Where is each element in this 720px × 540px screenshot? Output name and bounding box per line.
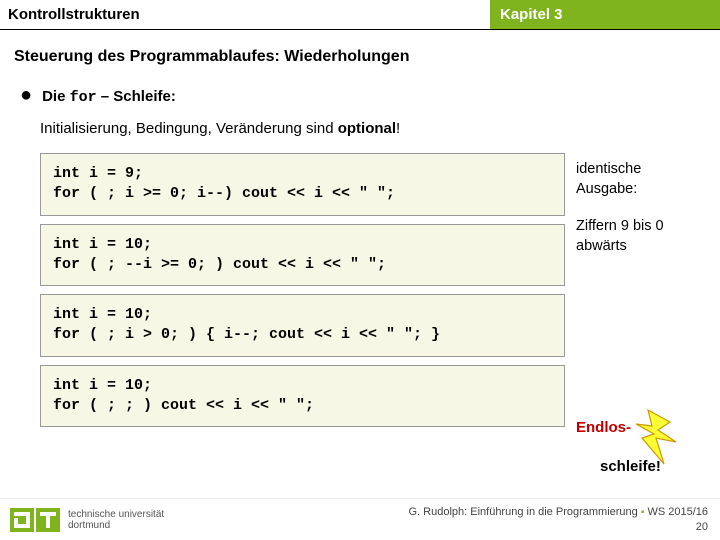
footer-course: G. Rudolph: Einführung in die Programmie… [408,506,637,518]
header-left: Kontrollstrukturen [0,0,490,29]
footer-semester: WS 2015/16 [647,506,708,518]
endless-loop-label: Endlos- schleife! [576,418,661,477]
header-right: Kapitel 3 [490,0,720,29]
bullet-post: – Schleife: [97,88,176,105]
footer-page: 20 [696,521,708,533]
slide-subtitle: Steuerung des Programmablaufes: Wiederho… [14,48,706,66]
code-box-4: int i = 10; for ( ; ; ) cout << i << " "… [40,365,565,428]
desc-pre: Initialisierung, Bedingung, Veränderung … [40,120,338,137]
logo-line1: technische universität [68,509,164,520]
tu-logo: technische universität dortmund [10,508,164,532]
annot-digits: Ziffern 9 bis 0 abwärts [576,217,664,256]
logo-line2: dortmund [68,520,110,531]
description: Initialisierung, Bedingung, Veränderung … [40,120,706,137]
bullet-keyword: for [70,89,97,106]
footer: technische universität dortmund G. Rudol… [0,498,720,540]
bullet-text: Die for – Schleife: [42,88,176,106]
desc-bold: optional [338,120,396,137]
bullet-dot: ● [20,88,32,102]
code-row-3: int i = 10; for ( ; i > 0; ) { i--; cout… [40,294,706,357]
desc-post: ! [396,120,400,137]
code-box-1: int i = 9; for ( ; i >= 0; i--) cout << … [40,153,565,216]
footer-right: G. Rudolph: Einführung in die Programmie… [408,505,708,534]
endlos-part2: schleife! [600,458,661,475]
code-box-2: int i = 10; for ( ; --i >= 0; ) cout << … [40,224,565,287]
bullet-item: ● Die for – Schleife: [20,88,706,106]
bullet-pre: Die [42,88,70,105]
footer-dot-icon: ▪ [641,507,645,518]
annot-identical: identische Ausgabe: [576,160,664,199]
annotation-block: identische Ausgabe: Ziffern 9 bis 0 abwä… [576,160,664,274]
endlos-part1: Endlos- [576,419,631,436]
logo-text: technische universität dortmund [68,509,164,531]
code-box-3: int i = 10; for ( ; i > 0; ) { i--; cout… [40,294,565,357]
logo-block-u [10,508,34,532]
logo-block-t [36,508,60,532]
header-bar: Kontrollstrukturen Kapitel 3 [0,0,720,30]
